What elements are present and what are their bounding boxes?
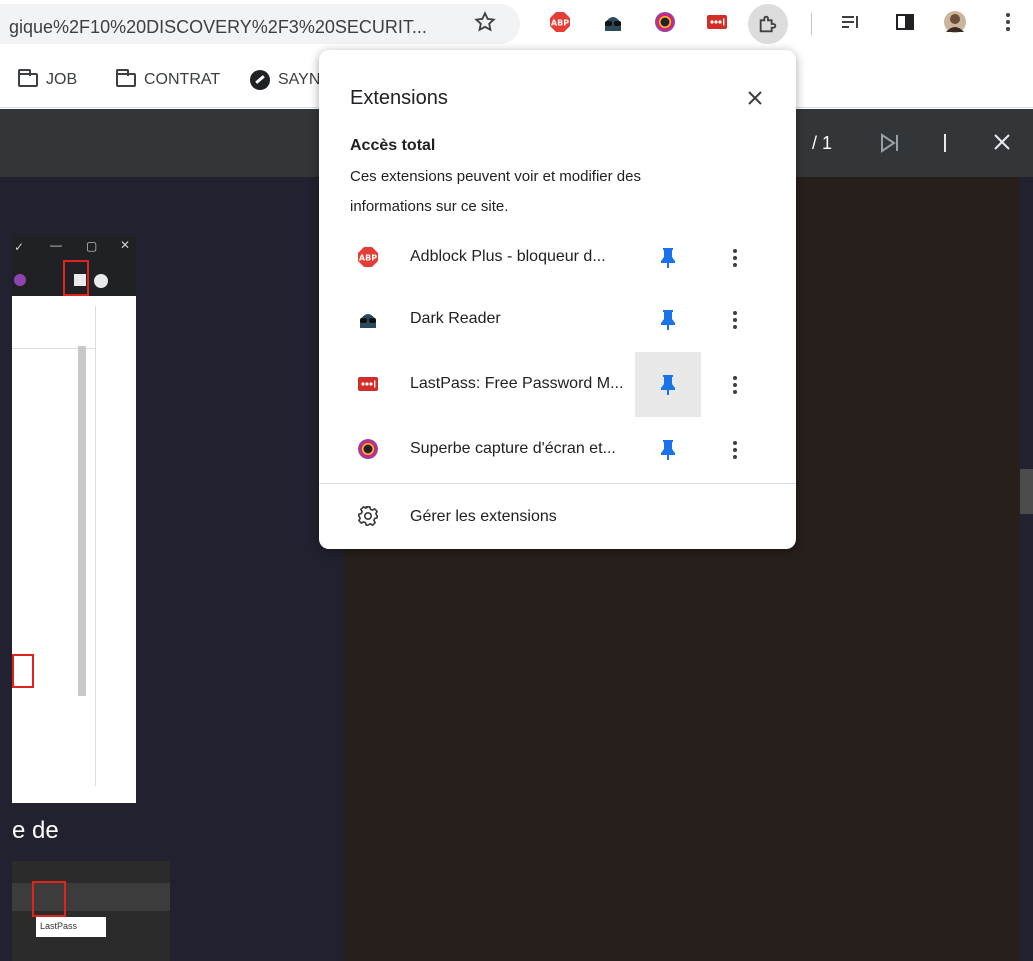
bookmark-job[interactable]: JOB — [18, 68, 77, 92]
bookmark-contrat[interactable]: CONTRAT — [116, 68, 220, 92]
folder-icon — [116, 69, 136, 87]
more-options-icon[interactable] — [723, 305, 747, 335]
gear-icon — [357, 505, 379, 527]
browser-toolbar: gique%2F10%20DISCOVERY%2F3%20SECURIT... … — [0, 0, 1033, 50]
embedded-screenshot-2: LastPass — [12, 861, 170, 961]
page-indicator: / 1 — [812, 133, 833, 153]
extension-name: LastPass: Free Password M... — [410, 375, 624, 392]
manage-extensions-button[interactable]: Gérer les extensions — [319, 486, 796, 546]
bookmark-label: SAYN — [278, 71, 321, 88]
svg-text:ABP: ABP — [359, 254, 377, 263]
pin-button[interactable] — [635, 417, 701, 482]
pin-button[interactable] — [635, 225, 701, 290]
scrollbar-thumb[interactable] — [1020, 469, 1033, 514]
screenshot-capture-icon — [357, 438, 379, 460]
lastpass-icon[interactable] — [705, 10, 729, 34]
more-options-icon[interactable] — [723, 435, 747, 465]
sayn-logo-icon — [250, 70, 270, 90]
document-text: e de — [12, 817, 59, 844]
embedded-scrollbar — [78, 346, 86, 696]
more-options-icon[interactable] — [723, 243, 747, 273]
extension-row-lastpass[interactable]: LastPass: Free Password M... — [319, 352, 796, 419]
embedded-tooltip: LastPass — [36, 917, 106, 937]
annotation-box — [12, 654, 34, 688]
more-options-icon[interactable] — [723, 370, 747, 400]
pin-icon — [661, 439, 675, 460]
bookmark-sayn[interactable]: SAYN — [250, 68, 320, 92]
pin-button[interactable] — [635, 352, 701, 417]
pin-icon — [661, 247, 675, 268]
reading-list-icon[interactable] — [838, 10, 862, 34]
svg-text:ABP: ABP — [551, 19, 569, 28]
popup-title: Extensions — [350, 87, 448, 109]
screenshot-capture-icon[interactable] — [653, 10, 677, 34]
close-find-icon[interactable] — [992, 132, 1012, 157]
toolbar-divider — [811, 13, 812, 35]
toolbar-separator — [944, 134, 946, 152]
extension-row-adblock-plus[interactable]: ABP Adblock Plus - bloqueur d... — [319, 225, 796, 292]
extension-name: Superbe capture d'écran et... — [410, 440, 616, 457]
embedded-screenshot: ✓ — ▢ ✕ 1 — [12, 236, 136, 803]
bookmark-star-icon[interactable] — [473, 10, 497, 34]
extension-row-screenshot-capture[interactable]: Superbe capture d'écran et... — [319, 417, 796, 484]
lastpass-icon — [357, 373, 379, 395]
pin-icon — [661, 309, 675, 330]
bookmark-label: CONTRAT — [144, 71, 221, 88]
close-icon[interactable] — [743, 86, 767, 110]
extensions-popup: Extensions Accès total Ces extensions pe… — [319, 50, 796, 549]
pin-button[interactable] — [635, 287, 701, 352]
annotation-box — [63, 260, 89, 296]
adblock-plus-icon[interactable]: ABP — [548, 10, 572, 34]
annotation-box — [32, 881, 66, 917]
pin-icon — [661, 374, 675, 395]
skip-next-icon[interactable] — [880, 133, 902, 158]
omnibox[interactable]: gique%2F10%20DISCOVERY%2F3%20SECURIT... — [0, 4, 520, 44]
extension-row-dark-reader[interactable]: Dark Reader — [319, 287, 796, 354]
section-description: Ces extensions peuvent voir et modifier … — [350, 168, 641, 215]
url-text: gique%2F10%20DISCOVERY%2F3%20SECURIT... — [9, 17, 427, 37]
extension-name: Adblock Plus - bloqueur d... — [410, 248, 606, 265]
dark-reader-icon[interactable] — [601, 10, 625, 34]
manage-extensions-label: Gérer les extensions — [410, 508, 557, 525]
profile-avatar[interactable] — [943, 10, 967, 34]
dark-reader-icon — [357, 308, 379, 330]
adblock-plus-icon: ABP — [357, 246, 379, 268]
folder-icon — [18, 69, 38, 87]
popup-divider — [319, 483, 796, 484]
side-panel-icon[interactable] — [893, 10, 917, 34]
extensions-puzzle-icon[interactable] — [748, 4, 788, 44]
chrome-menu-icon[interactable] — [996, 10, 1020, 34]
extension-name: Dark Reader — [410, 310, 501, 327]
section-title: Accès total — [350, 137, 436, 154]
bookmark-label: JOB — [46, 71, 78, 88]
